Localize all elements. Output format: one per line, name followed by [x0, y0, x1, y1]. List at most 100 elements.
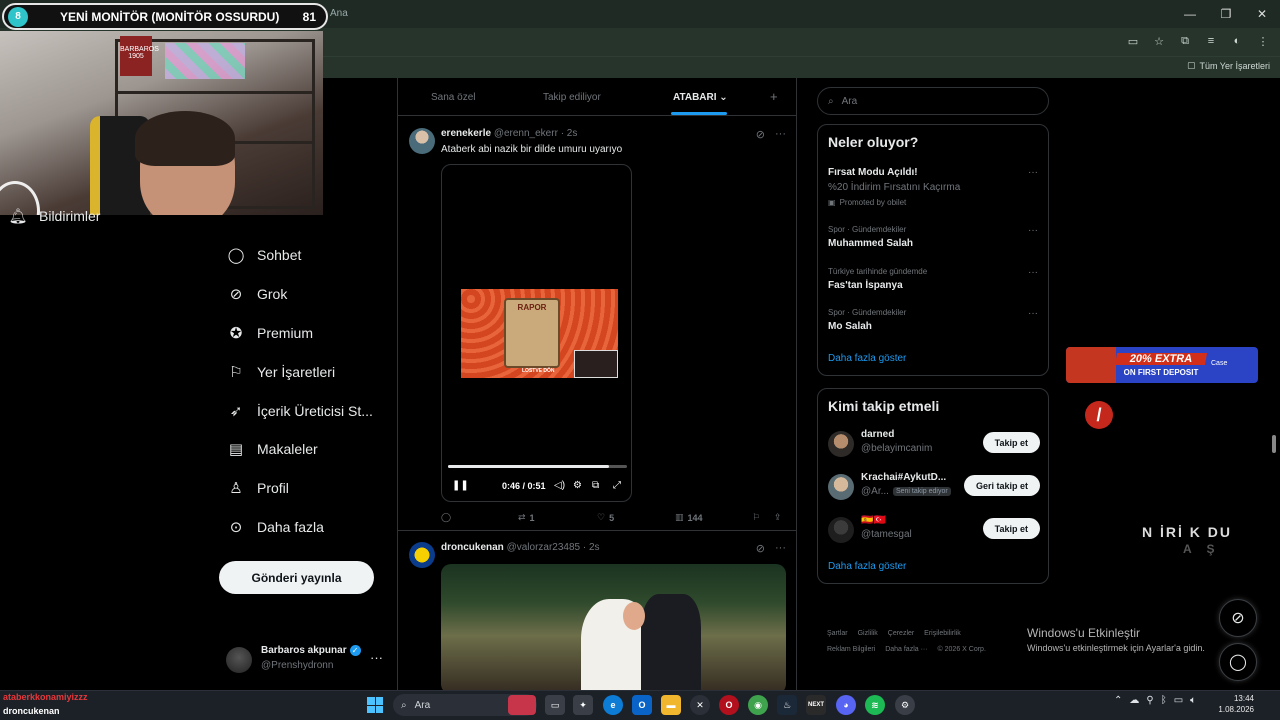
follow-suggestion[interactable]: Krachai#AykutD... @Ar... Seni takip ediy…: [828, 472, 1040, 502]
share-button[interactable]: ⇪: [774, 512, 782, 523]
more-icon[interactable]: ···: [775, 542, 786, 555]
opera-icon[interactable]: O: [719, 695, 739, 715]
add-tab-button[interactable]: +: [770, 89, 778, 104]
pip-icon[interactable]: ⧉: [592, 480, 599, 491]
follow-back-button[interactable]: Geri takip et: [963, 475, 1040, 496]
nav-item-creator-studio[interactable]: ➶ İçerik Üreticisi St...: [228, 403, 373, 420]
kick-icon[interactable]: NEXT: [806, 695, 826, 715]
follow-name[interactable]: darned: [861, 429, 894, 440]
spotify-icon[interactable]: ≋: [865, 695, 885, 715]
steam-icon[interactable]: ♨: [777, 695, 797, 715]
tweet[interactable]: erenekerle @erenn_ekerr · 2s ⊘ ··· Atabe…: [398, 117, 796, 531]
footer-link[interactable]: Şartlar: [827, 630, 848, 637]
more-icon[interactable]: ···: [775, 128, 786, 141]
video-progress[interactable]: [448, 465, 627, 468]
volume-icon[interactable]: ◁): [554, 480, 565, 491]
task-view-icon[interactable]: ▭: [545, 695, 565, 715]
search-input[interactable]: ⌕ Ara: [817, 87, 1049, 115]
restore-icon[interactable]: ❐: [1208, 0, 1244, 28]
speaker-icon[interactable]: 🔈︎: [1190, 695, 1196, 706]
tab-following[interactable]: Takip ediliyor: [543, 92, 601, 103]
footer-link[interactable]: Erişilebilirlik: [924, 630, 961, 637]
follow-name[interactable]: 🇪🇸🇹🇷: [861, 515, 886, 526]
trend-item[interactable]: Fırsat Modu Açıldı! %20 İndirim Fırsatın…: [828, 167, 1038, 207]
network-icon[interactable]: ▭: [1174, 695, 1183, 706]
discord-icon[interactable]: ◕: [836, 695, 856, 715]
settings-icon[interactable]: ⚙: [573, 480, 582, 491]
messages-fab[interactable]: ◯: [1219, 643, 1257, 681]
footer-link[interactable]: Reklam Bilgileri: [827, 646, 875, 653]
footer-link[interactable]: Çerezler: [888, 630, 914, 637]
video-player[interactable]: RAPOR LOSTVE DÖN ❚❚ 0:46 / 0:51 ◁) ⚙ ⧉ ⤢: [441, 164, 632, 502]
pin-icon[interactable]: ⚲: [1146, 695, 1153, 706]
nav-item-profile[interactable]: ♙ Profil: [228, 480, 289, 497]
minimize-icon[interactable]: —: [1172, 0, 1208, 28]
post-button[interactable]: Gönderi yayınla: [219, 561, 374, 594]
pause-icon[interactable]: ❚❚: [452, 480, 469, 491]
reply-button[interactable]: ◯: [441, 512, 451, 523]
tweet-time[interactable]: · 2s: [561, 128, 578, 139]
file-explorer-icon[interactable]: ▬: [661, 695, 681, 715]
nav-item-chat[interactable]: ◯ Sohbet: [228, 247, 302, 264]
start-button[interactable]: [367, 697, 383, 713]
tab-atabari[interactable]: ATABARI ⌄: [673, 92, 728, 103]
follow-name[interactable]: Krachai#AykutD...: [861, 472, 946, 483]
nav-item-premium[interactable]: ✪ Premium: [228, 325, 313, 342]
trend-item[interactable]: Spor · Gündemdekiler Mo Salah ···: [828, 308, 1038, 332]
avatar[interactable]: [409, 542, 435, 568]
chevron-up-icon[interactable]: ⌃: [1114, 695, 1122, 706]
follow-button[interactable]: Takip et: [982, 432, 1040, 453]
show-more-link[interactable]: Daha fazla göster: [828, 561, 906, 572]
cloud-icon[interactable]: ☁: [1129, 695, 1139, 706]
tweet[interactable]: droncukenan @valorzar23485 · 2s ⊘ ···: [398, 532, 796, 690]
follow-suggestion[interactable]: 🇪🇸🇹🇷 @tamesgal Takip et: [828, 515, 1040, 545]
more-icon[interactable]: ···: [1028, 167, 1038, 178]
tweet-author-handle[interactable]: @erenn_ekerr: [494, 128, 558, 139]
like-button[interactable]: ♡ 5: [597, 512, 614, 523]
grok-icon[interactable]: ⊘: [756, 542, 765, 555]
avatar[interactable]: [409, 128, 435, 154]
copilot-icon[interactable]: ✦: [573, 695, 593, 715]
avatar[interactable]: [828, 517, 854, 543]
more-icon[interactable]: ···: [1028, 267, 1038, 278]
menu-icon[interactable]: ⋮: [1256, 34, 1270, 48]
more-icon[interactable]: ···: [1028, 308, 1038, 319]
avatar[interactable]: [828, 474, 854, 500]
retweet-button[interactable]: ⇄ 1: [518, 512, 535, 523]
nav-item-grok[interactable]: ⊘ Grok: [228, 286, 288, 303]
follow-suggestion[interactable]: darned @belayimcanim Takip et: [828, 429, 1040, 459]
footer-link[interactable]: Gizlilik: [858, 630, 878, 637]
nav-item-articles[interactable]: ▤ Makaleler: [228, 441, 318, 458]
grok-fab[interactable]: ⊘: [1219, 599, 1257, 637]
tweet-author-name[interactable]: droncukenan: [441, 542, 504, 553]
profile-icon[interactable]: ◐: [1230, 34, 1244, 48]
views-button[interactable]: ▥ 144: [675, 512, 703, 523]
bookmark-button[interactable]: ⚐: [753, 512, 760, 523]
tweet-author-handle[interactable]: @valorzar23485: [507, 542, 581, 553]
extensions-icon[interactable]: ⧉: [1178, 34, 1192, 48]
tweet-time[interactable]: · 2s: [583, 542, 600, 553]
taskbar-clock[interactable]: 13:44 1.08.2026: [1212, 693, 1254, 715]
trend-item[interactable]: Spor · Gündemdekiler Muhammed Salah ···: [828, 225, 1038, 249]
more-icon[interactable]: ···: [1028, 225, 1038, 236]
page-scrollbar[interactable]: [1272, 435, 1276, 453]
chrome-icon[interactable]: ◉: [748, 695, 768, 715]
media-icon[interactable]: ≡: [1204, 34, 1218, 48]
footer-link[interactable]: Daha fazla ···: [885, 646, 927, 653]
tweet-photo[interactable]: [441, 564, 786, 690]
bluetooth-icon[interactable]: ᛒ: [1161, 695, 1167, 706]
all-bookmarks-button[interactable]: ▢ Tüm Yer İşaretleri: [1187, 60, 1270, 71]
nav-item-notifications[interactable]: 🔔︎ Bildirimler: [8, 208, 100, 225]
nav-item-bookmarks[interactable]: ⚐ Yer İşaretleri: [228, 364, 335, 381]
widgets-icon[interactable]: [508, 695, 536, 715]
grok-icon[interactable]: ⊘: [756, 128, 765, 141]
tweet-author-name[interactable]: erenekerle: [441, 128, 491, 139]
account-more-icon[interactable]: ···: [370, 650, 383, 665]
app-icon[interactable]: ⚙: [895, 695, 915, 715]
xbox-icon[interactable]: ✕: [690, 695, 710, 715]
trend-item[interactable]: Türkiye tarihinde gündemde Fas'tan İspan…: [828, 267, 1038, 291]
fullscreen-icon[interactable]: ⤢: [613, 480, 621, 491]
show-more-link[interactable]: Daha fazla göster: [828, 353, 906, 364]
browser-tab[interactable]: Ana: [330, 8, 348, 19]
outlook-icon[interactable]: O: [632, 695, 652, 715]
